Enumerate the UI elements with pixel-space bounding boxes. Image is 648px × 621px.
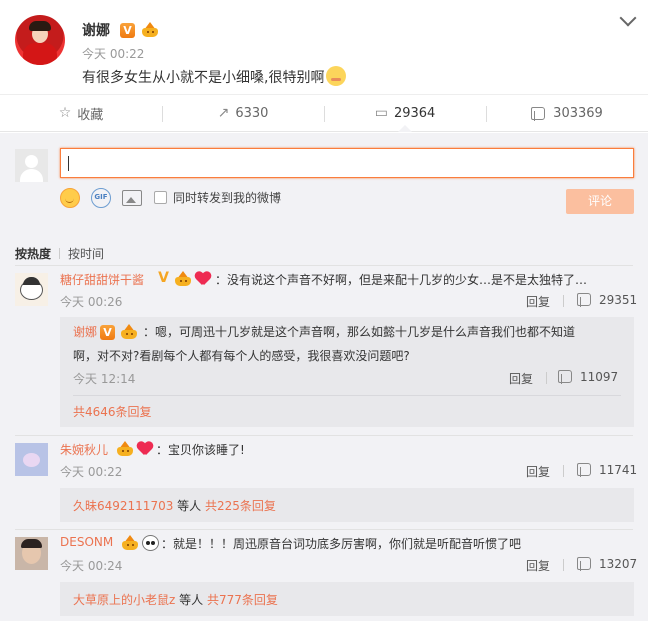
like-count: 11741: [599, 463, 638, 477]
post-action-bar: ☆ 收藏 ↗ 6330 ▭ 29364 303369: [0, 94, 648, 132]
divider: [15, 265, 633, 266]
divider: [15, 529, 633, 530]
text-caret: [68, 156, 69, 171]
comment-text: ：没有说这个声音不好啊，但是来配十几岁的少女…是不是太独特了…: [215, 273, 588, 287]
sub-reply-box: 谢娜 ：嗯，可周迅十几岁就是这个声音啊，那么如懿十几岁是什么声音我们也都不知道 啊…: [60, 317, 634, 427]
reply-user[interactable]: 大草原上的小老鼠z: [73, 593, 175, 607]
repost-button[interactable]: ↗ 6330: [162, 95, 324, 131]
repost-count: 6330: [235, 105, 269, 121]
more-replies-link[interactable]: 久昧6492111703 等人 共225条回复: [73, 497, 276, 514]
vip-crown-icon: [121, 535, 139, 551]
favorite-button[interactable]: ☆ 收藏: [0, 95, 162, 131]
sub-reply-line1: ：嗯，可周迅十几岁就是这个声音啊，那么如懿十几岁是什么声音我们也都不知道: [143, 325, 576, 339]
comment-author[interactable]: 糖仔甜甜饼干酱: [60, 271, 144, 288]
sub-reply-text: 谢娜 ：嗯，可周迅十几岁就是这个声音啊，那么如懿十几岁是什么声音我们也都不知道 啊…: [73, 320, 623, 368]
author-name[interactable]: 谢娜: [82, 20, 110, 40]
like-count: 29351: [599, 293, 638, 307]
comment-time: 今天 00:26: [60, 295, 123, 309]
vip-crown-icon: [174, 271, 192, 287]
post-text: 有很多女生从小就不是小细嗓,很特别啊: [82, 66, 347, 87]
comment-author[interactable]: DESONM: [60, 535, 113, 549]
comment-section: GIF 同时转发到我的微博 评论 按热度 按时间 糖仔甜甜饼干酱 V ：没有说这个…: [0, 133, 648, 621]
comment-count: 29364: [393, 105, 436, 121]
my-avatar: [15, 149, 48, 182]
post-text-content: 有很多女生从小就不是小细嗓,很特别啊: [82, 70, 325, 86]
heart-icon: [137, 442, 153, 456]
reply-button[interactable]: 回复: [526, 293, 550, 310]
comment-time: 今天 00:24: [60, 559, 123, 573]
reply-count[interactable]: 共225条回复: [205, 499, 276, 513]
like-button[interactable]: 303369: [486, 95, 648, 131]
sub-reply-line2: 啊，对不对?看剧每个人都有每个人的感受，我很喜欢没问题吧?: [73, 349, 410, 363]
repost-checkbox[interactable]: [154, 191, 167, 204]
submit-comment-button[interactable]: 评论: [566, 189, 634, 214]
reply-user[interactable]: 久昧6492111703: [73, 499, 173, 513]
gif-icon[interactable]: GIF: [91, 188, 111, 208]
like-button[interactable]: 29351: [577, 293, 637, 307]
sub-reply-box: 久昧6492111703 等人 共225条回复: [60, 488, 634, 522]
avatar[interactable]: [15, 537, 48, 570]
divider: [59, 248, 61, 259]
like-button[interactable]: 13207: [577, 557, 637, 571]
comment-icon: ▭: [374, 105, 388, 121]
sub-reply-box: 大草原上的小老鼠z 等人 共777条回复: [60, 582, 634, 616]
sub-reply-time: 今天 12:14: [73, 372, 136, 386]
divider: [563, 465, 564, 477]
thumbs-up-icon: [558, 370, 572, 384]
verified-badge-icon: V: [120, 23, 135, 38]
favorite-label: 收藏: [77, 107, 104, 123]
divider: [546, 372, 547, 384]
reply-button[interactable]: 回复: [526, 557, 550, 574]
thumbs-up-icon: [531, 106, 546, 121]
avatar[interactable]: [15, 443, 48, 476]
comment-input[interactable]: [60, 148, 634, 178]
like-count: 13207: [599, 557, 638, 571]
divider: [15, 435, 633, 436]
thumbs-up-icon: [577, 293, 591, 307]
reply-button[interactable]: 回复: [509, 370, 533, 387]
vip-crown-icon: [120, 324, 138, 340]
author-avatar[interactable]: [15, 15, 65, 65]
like-button[interactable]: 11097: [558, 370, 618, 384]
reply-users-suffix: 等人: [173, 499, 205, 513]
repost-checkbox-label: 同时转发到我的微博: [173, 191, 282, 205]
more-replies-link[interactable]: 大草原上的小老鼠z 等人 共777条回复: [73, 591, 278, 608]
comment-button[interactable]: ▭ 29364: [324, 95, 486, 132]
reply-button[interactable]: 回复: [526, 463, 550, 480]
divider: [563, 295, 564, 307]
sort-tabs: 按热度 按时间: [15, 245, 104, 262]
like-button[interactable]: 11741: [577, 463, 637, 477]
avatar[interactable]: [15, 273, 48, 306]
post-time[interactable]: 今天 00:22: [82, 45, 144, 62]
emoji-icon[interactable]: [60, 188, 80, 208]
thumbs-up-icon: [577, 557, 591, 571]
comment-text: ：宝贝你该睡了!: [156, 443, 245, 457]
like-count: 11097: [580, 370, 619, 384]
weibo-post: 谢娜 V 今天 00:22 有很多女生从小就不是小细嗓,很特别啊: [0, 0, 648, 94]
vip-crown-icon: [116, 441, 134, 457]
sort-by-hot[interactable]: 按热度: [15, 247, 51, 261]
reply-count[interactable]: 共777条回复: [207, 593, 278, 607]
divider: [563, 559, 564, 571]
sort-by-time[interactable]: 按时间: [68, 247, 104, 261]
comment-author[interactable]: 朱婉秋儿: [60, 441, 108, 458]
repost-icon: ↗: [217, 105, 230, 121]
comment-time: 今天 00:22: [60, 465, 123, 479]
more-replies-link[interactable]: 共4646条回复: [73, 403, 152, 420]
verified-v-icon: V: [158, 270, 169, 286]
shy-face-icon: [326, 66, 347, 86]
comment-text: ：就是！！！周迅原音台词功底多厉害啊，你们就是听配音听惯了吧: [161, 537, 522, 551]
like-count: 303369: [553, 105, 603, 121]
divider: [73, 395, 621, 396]
chevron-down-icon[interactable]: [619, 9, 637, 27]
panda-icon: [142, 535, 159, 551]
heart-icon: [195, 272, 211, 286]
vip-crown-icon: [141, 22, 159, 38]
star-icon: ☆: [58, 105, 72, 121]
reply-users-suffix: 等人: [175, 593, 207, 607]
thumbs-up-icon: [577, 463, 591, 477]
sub-reply-author[interactable]: 谢娜: [73, 325, 97, 339]
image-icon[interactable]: [122, 190, 142, 206]
verified-badge-icon: V: [100, 325, 115, 340]
